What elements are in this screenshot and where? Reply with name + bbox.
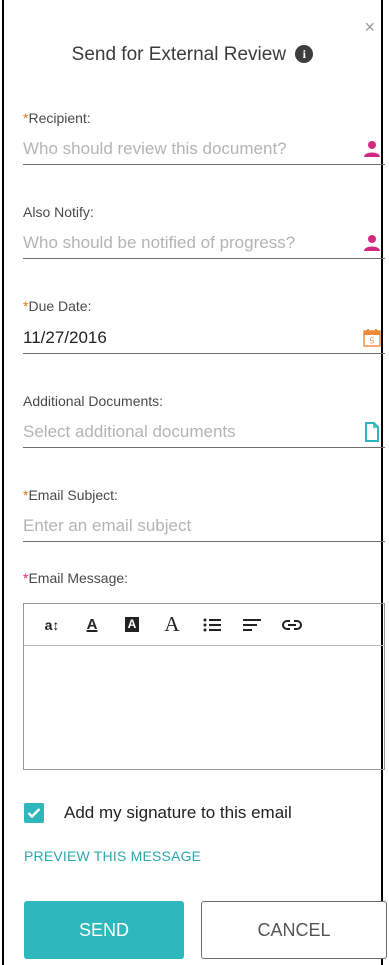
due-date-label: *Due Date:: [23, 298, 92, 314]
email-subject-input[interactable]: Enter an email subject: [23, 511, 385, 542]
editor-toolbar: a↕ A A A: [24, 604, 384, 646]
due-date-value: 11/27/2016: [23, 328, 107, 347]
email-subject-placeholder: Enter an email subject: [23, 516, 192, 535]
dialog-title-text: Send for External Review: [71, 44, 287, 65]
calendar-day-number: 5: [370, 337, 375, 346]
signature-checkbox-row[interactable]: Add my signature to this email: [24, 803, 292, 823]
highlight-button[interactable]: A: [112, 617, 152, 632]
send-button[interactable]: SEND: [24, 901, 184, 959]
also-notify-input[interactable]: Who should be notified of progress?: [23, 228, 385, 259]
document-icon[interactable]: [359, 422, 385, 442]
link-icon[interactable]: [272, 619, 312, 631]
recipient-field: *Recipient: Who should review this docum…: [23, 110, 385, 165]
bullet-list-icon[interactable]: [192, 618, 232, 632]
preview-message-link[interactable]: PREVIEW THIS MESSAGE: [24, 848, 201, 864]
calendar-icon[interactable]: 5: [359, 328, 385, 348]
recipient-label: *Recipient:: [23, 110, 91, 126]
additional-documents-placeholder: Select additional documents: [23, 422, 236, 441]
align-left-icon[interactable]: [232, 618, 272, 631]
additional-documents-field: Additional Documents: Select additional …: [23, 393, 385, 448]
close-icon[interactable]: ×: [364, 18, 375, 36]
dialog-title: Send for External Review i: [4, 44, 381, 66]
email-subject-field: *Email Subject: Enter an email subject: [23, 487, 385, 542]
email-subject-label: *Email Subject:: [23, 487, 118, 503]
recipient-input[interactable]: Who should review this document?: [23, 134, 385, 165]
text-color-button[interactable]: A: [72, 616, 112, 633]
font-size-button[interactable]: a↕: [32, 617, 72, 633]
person-icon[interactable]: [359, 140, 385, 158]
additional-documents-label: Additional Documents:: [23, 393, 164, 409]
also-notify-placeholder: Who should be notified of progress?: [23, 233, 296, 252]
email-message-textarea[interactable]: [24, 646, 384, 769]
email-message-label: *Email Message:: [23, 570, 129, 586]
signature-label: Add my signature to this email: [64, 803, 292, 822]
due-date-field: *Due Date: 11/27/2016 5: [23, 298, 385, 354]
email-message-field: *Email Message:: [23, 570, 385, 586]
recipient-placeholder: Who should review this document?: [23, 139, 287, 158]
external-review-dialog: × Send for External Review i *Recipient:…: [2, 0, 387, 965]
also-notify-field: Also Notify: Who should be notified of p…: [23, 204, 385, 259]
additional-documents-input[interactable]: Select additional documents: [23, 417, 385, 448]
also-notify-label: Also Notify:: [23, 204, 94, 220]
font-family-button[interactable]: A: [152, 612, 192, 637]
email-message-editor: a↕ A A A: [23, 603, 385, 770]
due-date-input[interactable]: 11/27/2016 5: [23, 323, 385, 354]
person-icon[interactable]: [359, 234, 385, 252]
cancel-button[interactable]: CANCEL: [201, 901, 387, 959]
signature-checkbox[interactable]: [24, 803, 44, 823]
info-icon[interactable]: i: [295, 45, 314, 63]
